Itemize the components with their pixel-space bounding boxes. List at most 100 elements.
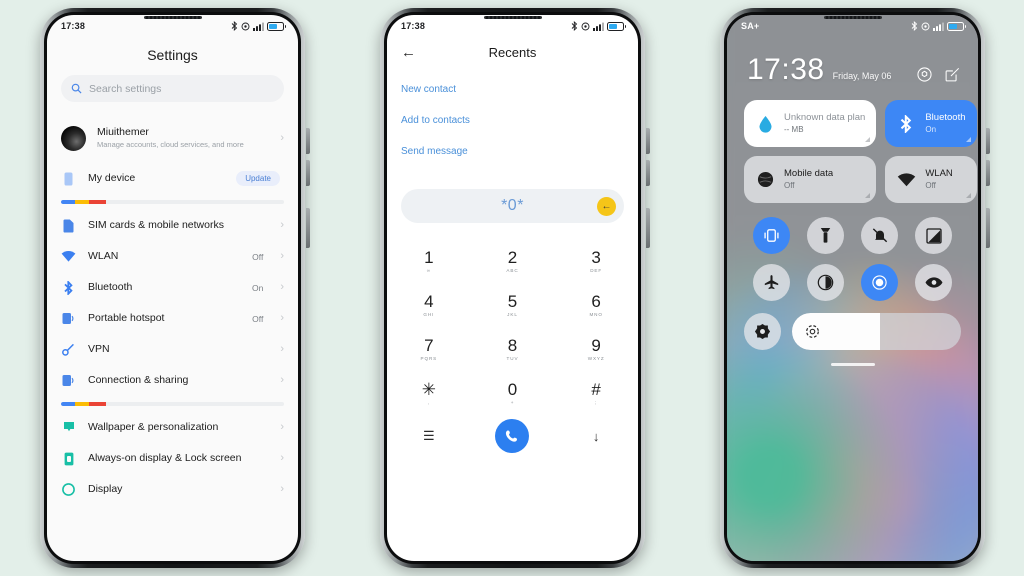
status-icons: [911, 21, 966, 31]
dialpad-key[interactable]: 2 ABC: [471, 241, 555, 281]
phone-bezel: SA+ 17:38 Friday, May 06 Unknown data pl…: [724, 12, 981, 564]
volume-up-button[interactable]: [986, 128, 990, 154]
toggle-vibrate[interactable]: [752, 217, 790, 254]
sidebar-item-wlan[interactable]: WLAN Off ›: [47, 241, 298, 272]
dialpad-key[interactable]: 4 GHI: [387, 285, 471, 325]
dialpad-digit: 4: [424, 292, 434, 311]
carrier-label: SA+: [741, 21, 760, 31]
sidebar-item-label: Wallpaper & personalization: [88, 421, 219, 433]
dial-input-value: *0*: [501, 197, 524, 214]
sidebar-item-value: Off: [252, 251, 264, 262]
dial-input[interactable]: *0* ←: [401, 189, 624, 223]
power-button[interactable]: [986, 208, 990, 248]
battery-icon: [607, 21, 626, 31]
auto-brightness-icon: [926, 227, 942, 244]
volume-down-button[interactable]: [986, 160, 990, 186]
tile-wlan[interactable]: WLAN Off: [885, 156, 977, 203]
arrow-left-icon[interactable]: ←: [401, 45, 416, 60]
chevron-right-icon: ›: [280, 374, 284, 386]
aod-icon: [61, 451, 76, 466]
brightness-sun-icon: [805, 324, 820, 339]
mobile-data-icon: [755, 170, 775, 190]
sidebar-item-always-on-display[interactable]: Always-on display & Lock screen ›: [47, 443, 298, 474]
color-divider: [61, 200, 284, 204]
control-center-screen: SA+ 17:38 Friday, May 06 Unknown data pl…: [727, 15, 978, 561]
volume-down-button[interactable]: [306, 160, 310, 186]
dialpad-key[interactable]: 8 TUV: [471, 329, 555, 369]
menu-item-send-message[interactable]: Send message: [387, 136, 638, 167]
tile-bluetooth[interactable]: Bluetooth On: [885, 100, 977, 147]
volume-up-button[interactable]: [306, 128, 310, 154]
update-button[interactable]: Update: [236, 171, 280, 186]
toggle-airplane-mode[interactable]: [752, 264, 790, 301]
volume-down-button[interactable]: [646, 160, 650, 186]
edit-icon[interactable]: [945, 67, 960, 82]
phone-bezel: 17:38 ← Recents New contact Add to conta…: [384, 12, 641, 564]
tile-resize-corner: [965, 137, 971, 142]
toggle-reading-mode[interactable]: [915, 264, 953, 301]
toggle-grid: [727, 203, 978, 301]
toggle-auto-brightness[interactable]: [915, 217, 953, 254]
dialpad-key[interactable]: 6 MNO: [554, 285, 638, 325]
status-time: 17:38: [401, 21, 426, 31]
toggle-location[interactable]: [861, 264, 899, 301]
dialpad-key[interactable]: #;: [554, 373, 638, 413]
dialpad-key[interactable]: 7 PQRS: [387, 329, 471, 369]
home-indicator[interactable]: [830, 363, 875, 366]
dialpad-key[interactable]: 5 JKL: [471, 285, 555, 325]
brightness-slider[interactable]: [792, 313, 961, 350]
clock-date: Friday, May 06: [832, 71, 892, 81]
account-row[interactable]: Miuithemer Manage accounts, cloud servic…: [47, 120, 298, 163]
sidebar-item-my-device[interactable]: My device Update: [47, 163, 298, 194]
sidebar-item-vpn[interactable]: VPN ›: [47, 334, 298, 365]
tile-subtitle: Off: [925, 181, 936, 190]
sidebar-item-wallpaper[interactable]: Wallpaper & personalization ›: [47, 412, 298, 443]
phone-settings: 17:38 Settings Search settings Miuitheme…: [40, 8, 310, 568]
clock-time: 17:38: [747, 53, 825, 86]
dialpad-digit: 8: [507, 336, 518, 355]
call-button[interactable]: [495, 419, 530, 453]
sidebar-item-display[interactable]: Display ›: [47, 474, 298, 505]
power-button[interactable]: [306, 208, 310, 248]
dialpad-key[interactable]: ✳,: [387, 373, 471, 413]
tile-title: Unknown data plan: [784, 112, 866, 123]
dialpad-key[interactable]: 1 ∞: [387, 241, 471, 281]
tile-mobile-data[interactable]: Mobile data Off: [744, 156, 877, 203]
settings-gear-icon[interactable]: [917, 67, 932, 82]
sidebar-item-bluetooth[interactable]: Bluetooth On ›: [47, 272, 298, 303]
dialpad-key[interactable]: 3 DEF: [554, 241, 638, 281]
page-title: Recents: [488, 45, 537, 60]
volume-up-button[interactable]: [646, 128, 650, 154]
dialer-header: ← Recents: [387, 37, 638, 74]
bluetooth-icon: [61, 280, 76, 295]
sidebar-item-sim-cards[interactable]: SIM cards & mobile networks ›: [47, 210, 298, 241]
toggle-silent[interactable]: [861, 217, 899, 254]
tile-title: Mobile data: [784, 168, 834, 179]
location-icon: [872, 275, 887, 290]
arrow-down-icon[interactable]: ↓: [554, 429, 638, 444]
dialpad-key[interactable]: 9 WXYZ: [554, 329, 638, 369]
search-input[interactable]: Search settings: [61, 75, 284, 102]
backspace-icon[interactable]: ←: [597, 196, 616, 216]
dialpad: 1 ∞ 2 ABC 3 DEF 4 GHI 5 JKL 6 MNO 7 PQRS 8 TUV 9…: [387, 241, 638, 413]
screenshot-stage: 17:38 Settings Search settings Miuitheme…: [0, 0, 1024, 576]
tile-title: Bluetooth: [925, 112, 966, 123]
sidebar-item-connection-sharing[interactable]: Connection & sharing ›: [47, 365, 298, 396]
toggle-flashlight[interactable]: [806, 217, 844, 254]
flashlight-icon: [820, 227, 831, 243]
dialpad-key[interactable]: 0 +: [471, 373, 555, 413]
menu-item-add-to-contacts[interactable]: Add to contacts: [387, 105, 638, 136]
bluetooth-icon: [896, 114, 916, 134]
toggle-dark-mode[interactable]: [806, 264, 844, 301]
toggle-app-settings[interactable]: [744, 313, 781, 350]
dialer-action-row: ☰ ↓: [387, 419, 638, 461]
dialpad-digit: 7: [424, 336, 434, 355]
tile-resize-corner: [965, 193, 971, 198]
tile-data-plan[interactable]: Unknown data plan -- MB: [744, 100, 877, 147]
menu-item-new-contact[interactable]: New contact: [387, 74, 638, 105]
menu-icon[interactable]: ☰: [387, 428, 471, 444]
phone-dialer: 17:38 ← Recents New contact Add to conta…: [380, 8, 650, 568]
sidebar-item-value: On: [251, 282, 264, 293]
power-button[interactable]: [646, 208, 650, 248]
sidebar-item-portable-hotspot[interactable]: Portable hotspot Off ›: [47, 303, 298, 334]
